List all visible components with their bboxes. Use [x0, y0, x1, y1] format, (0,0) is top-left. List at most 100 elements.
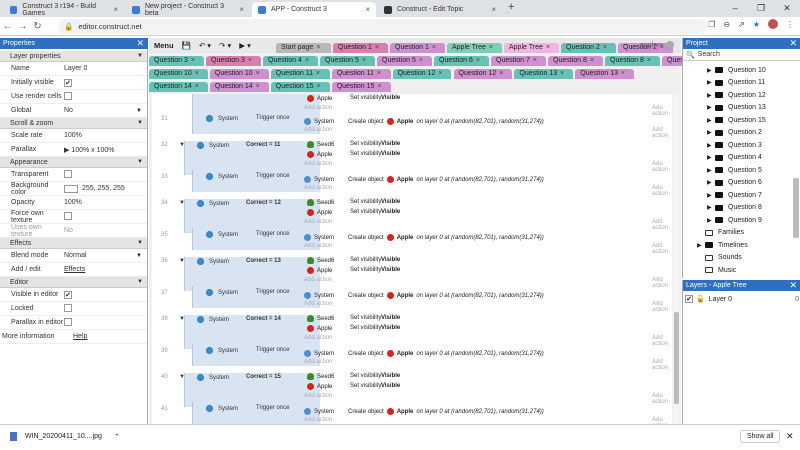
close-icon[interactable]: ×	[499, 70, 503, 77]
action-row[interactable]: Apple	[304, 151, 332, 158]
close-icon[interactable]: ×	[560, 70, 564, 77]
action-create-object[interactable]: System Create object Apple on layer 0 at (r…	[304, 408, 544, 415]
action-row[interactable]: Apple	[304, 209, 332, 216]
action-row[interactable]: Seed6	[304, 315, 334, 322]
force-own-texture-checkbox[interactable]	[64, 211, 72, 220]
close-icon[interactable]: ×	[377, 70, 381, 77]
action-row[interactable]: Apple	[304, 383, 332, 390]
editor-tab[interactable]: Question 14 ×	[149, 82, 208, 92]
visible-in-editor-checkbox[interactable]: ✔	[64, 290, 72, 299]
condition-trigger-once[interactable]: Trigger once	[256, 405, 289, 411]
editor-tab[interactable]: Question 8×	[605, 56, 660, 66]
project-tree-item[interactable]: Families	[697, 227, 744, 239]
close-icon[interactable]: ×	[419, 57, 423, 64]
project-tree-item[interactable]: ▶ Question 8	[707, 202, 762, 214]
close-icon[interactable]: ×	[533, 57, 537, 64]
add-action-link[interactable]: Add action	[304, 243, 332, 249]
add-action-link[interactable]: Add action	[652, 243, 672, 255]
action-row[interactable]: Set visibility	[350, 209, 381, 215]
download-item[interactable]: WIN_20200411_10....jpg ⌃	[10, 432, 120, 441]
close-icon[interactable]: ×	[195, 83, 199, 90]
expand-icon[interactable]: ▶	[707, 92, 712, 99]
background-color-field[interactable]: 255, 255, 255	[82, 185, 125, 192]
expand-icon[interactable]: ▶	[707, 79, 712, 86]
condition-compare[interactable]: Correct = 12	[246, 200, 281, 206]
initially-visible-checkbox[interactable]: ✔	[64, 78, 72, 87]
color-swatch[interactable]	[64, 184, 78, 193]
expand-icon[interactable]: ▶	[707, 104, 712, 111]
profile-avatar[interactable]	[768, 19, 778, 29]
close-icon[interactable]: ×	[195, 70, 199, 77]
add-action-link[interactable]: Add action	[652, 417, 672, 424]
help-link[interactable]: Help	[73, 333, 147, 340]
close-icon[interactable]: ×	[362, 57, 366, 64]
expand-icon[interactable]: ▶	[707, 117, 712, 124]
add-action-link[interactable]: Add action	[304, 417, 332, 423]
project-scrollbar[interactable]	[793, 178, 799, 238]
editor-tab[interactable]: Question 5 ×	[320, 56, 375, 66]
add-action-link[interactable]: Add action	[652, 277, 672, 289]
editor-tab[interactable]: Question 3 ×	[206, 56, 261, 66]
bookmark-star-icon[interactable]: ★	[753, 20, 760, 29]
condition-system[interactable]: System	[206, 289, 238, 296]
use-render-cells-checkbox[interactable]	[64, 91, 72, 100]
project-search[interactable]: 🔍 Search	[683, 49, 800, 61]
editor-tab[interactable]: Question 11 ×	[331, 69, 391, 79]
browser-tab-4[interactable]: Construct - Edit Topic ×	[378, 2, 502, 17]
close-icon[interactable]: ×	[113, 5, 118, 14]
add-action-link[interactable]: Add action	[652, 393, 672, 405]
copy-icon[interactable]: ❐	[708, 20, 715, 29]
close-icon[interactable]: ✕	[789, 280, 797, 291]
show-all-button[interactable]: Show all	[740, 430, 781, 443]
layer-visible-checkbox[interactable]: ✔	[685, 295, 693, 303]
scrollbar-thumb[interactable]	[674, 312, 679, 404]
condition-trigger-once[interactable]: Trigger once	[256, 173, 289, 179]
editor-tab[interactable]: Question 15 ×	[270, 82, 330, 92]
condition-system[interactable]: System	[197, 258, 229, 265]
close-window-button[interactable]: ✕	[774, 0, 800, 17]
editor-tab[interactable]: Question 12 ×	[453, 69, 513, 79]
condition-system[interactable]: System	[197, 200, 229, 207]
action-row[interactable]: Seed6	[304, 141, 334, 148]
add-action-link[interactable]: Add action	[652, 359, 672, 371]
expand-icon[interactable]: ▶	[707, 217, 712, 224]
condition-compare[interactable]: Correct = 15	[246, 374, 281, 380]
editor-tab[interactable]: Question 5 ×	[377, 56, 432, 66]
add-action-link[interactable]: Add action	[652, 185, 672, 197]
close-icon[interactable]: ×	[377, 83, 381, 90]
effects-link[interactable]: Effects	[64, 266, 147, 273]
editor-tab[interactable]: Apple Tree ×	[447, 43, 502, 53]
project-tree-item[interactable]: ▶ Question 3	[707, 139, 762, 151]
condition-system[interactable]: System	[206, 115, 238, 122]
condition-system[interactable]: System	[206, 231, 238, 238]
global-select[interactable]: No	[64, 107, 147, 114]
scale-rate-field[interactable]: 100%	[64, 132, 147, 139]
editor-tab[interactable]: Question 1 ×	[390, 43, 445, 53]
close-icon[interactable]: ✕	[789, 38, 797, 49]
chevron-up-icon[interactable]: ⌃	[114, 433, 120, 441]
maximize-button[interactable]: ❐	[748, 0, 774, 17]
editor-tab[interactable]: Question 10 ×	[149, 69, 208, 79]
close-icon[interactable]: ×	[621, 70, 625, 77]
add-action-link[interactable]: Add action	[304, 277, 332, 283]
close-icon[interactable]: ×	[191, 57, 195, 64]
expand-icon[interactable]: ▶	[707, 67, 712, 74]
action-row[interactable]: Set visibility	[350, 325, 381, 331]
action-row[interactable]: Set visibility	[350, 151, 381, 157]
close-icon[interactable]: ×	[375, 44, 379, 51]
editor-tab[interactable]: Question 4 ×	[263, 56, 318, 66]
condition-trigger-once[interactable]: Trigger once	[256, 115, 289, 121]
editor-tab[interactable]: Question 12 ×	[392, 69, 452, 79]
action-row[interactable]: Seed6	[304, 199, 334, 206]
project-tree-item[interactable]: Music	[697, 264, 736, 276]
condition-compare[interactable]: Correct = 14	[246, 316, 281, 322]
share-icon[interactable]: ⇗	[738, 20, 745, 29]
close-icon[interactable]: ×	[476, 57, 480, 64]
action-row[interactable]: Set visibility	[350, 257, 381, 263]
opacity-field[interactable]: 100%	[64, 199, 147, 206]
close-icon[interactable]: ×	[438, 70, 442, 77]
editor-tab[interactable]: Question 10 ×	[209, 69, 269, 79]
add-action-link[interactable]: Add action	[652, 335, 672, 347]
editor-tab[interactable]: Question 6 ×	[434, 56, 489, 66]
condition-system[interactable]: System	[197, 374, 229, 381]
